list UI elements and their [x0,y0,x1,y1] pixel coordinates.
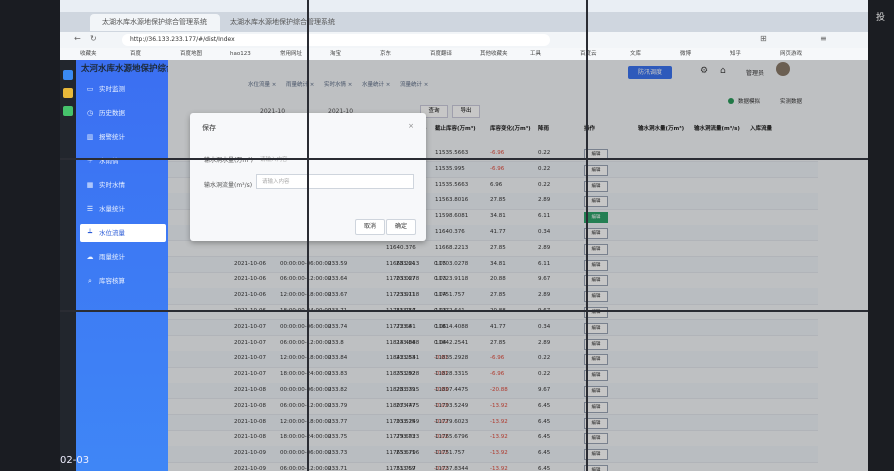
screen-seam [586,0,588,471]
confirm-button[interactable]: 确定 [386,219,417,235]
sidebar-item-label: 水量统计 [99,205,125,213]
screen-seam [307,0,309,471]
sidebar-item-label: 水位流量 [99,229,125,237]
extensions-icon[interactable]: ⊞ [760,34,767,43]
cancel-button[interactable]: 取消 [355,219,386,235]
adjacent-screen-text: 投 [876,13,886,23]
history-icon: ◷ [86,109,94,117]
field2-label: 输水洞流量(m³/s) [204,182,253,189]
sidebar-item-label: 雨量统计 [99,253,125,261]
refresh-icon[interactable]: ↻ [90,34,97,43]
sidebar-item[interactable]: ▭ 实时监测 [80,80,166,98]
bottom-label: 02-03 [60,455,90,466]
app-icon[interactable] [63,70,73,80]
sidebar-item[interactable]: ☁ 雨量统计 [80,248,166,266]
list-icon: ☰ [86,205,94,213]
sidebar-item-label: 实时水情 [99,181,125,189]
back-icon[interactable]: ← [74,34,81,43]
sidebar-item[interactable]: ▦ 实时水情 [80,176,166,194]
app-strip [60,60,76,471]
sidebar-item-label: 实时监测 [99,85,125,93]
sidebar-item-label: 库容核算 [99,277,125,285]
sidebar-item[interactable]: ◷ 历史数据 [80,104,166,122]
bookmark-item[interactable]: 知乎 [730,48,741,60]
grid-icon: ▦ [86,181,94,189]
bookmark-item[interactable]: 淘宝 [330,48,341,60]
bookmark-item[interactable]: 文库 [630,48,641,60]
browser-tab[interactable]: 太湖水库水源地保护综合管理系统 [90,14,220,31]
bookmark-item[interactable]: 百度云 [580,48,597,60]
adjacent-screen: 投 [868,0,894,471]
cloud-icon: ☁ [86,253,94,261]
bookmark-item[interactable]: 百度翻译 [430,48,452,60]
monitor-icon: ▭ [86,85,94,93]
app-icon[interactable] [63,106,73,116]
address-bar: ← ↻ http://36.133.233.177/#/dist/Index ⊞… [60,32,868,48]
bookmark-item[interactable]: 常用网址 [280,48,302,60]
sidebar-item[interactable]: ┷ 水位流量 [80,224,166,242]
sidebar-item-label: 报警统计 [99,133,125,141]
sidebar-item-label: 历史数据 [99,109,125,117]
screen: 太湖水库水源地保护综合管理系统 太湖水库水源地保护综合管理系统 ← ↻ http… [60,0,868,471]
chart-icon: ▥ [86,133,94,141]
sidebar: ▭ 实时监测 ◷ 历史数据 ▥ 报警统计 ☂ 水雨情 ▦ 实时水情 ☰ 水量统计 ┷ 水位流量 ☁ 雨量统计 ⌕… [76,60,168,471]
field2-input[interactable]: 请输入内容 [256,174,414,189]
bookmark-item[interactable]: 京东 [380,48,391,60]
menu-icon[interactable]: ≡ [820,34,827,43]
bookmark-item[interactable]: 其他收藏夹 [480,48,508,60]
dialog-title: 保存 [202,124,216,132]
browser-tabbar: 太湖水库水源地保护综合管理系统 太湖水库水源地保护综合管理系统 [60,12,868,32]
screen-seam [60,310,868,312]
app-icon[interactable] [63,88,73,98]
bookmark-item[interactable]: 微博 [680,48,691,60]
bookmark-item[interactable]: hao123 [230,48,251,60]
browser-tab[interactable]: 太湖水库水源地保护综合管理系统 [218,14,348,31]
bookmark-item[interactable]: 百度 [130,48,141,60]
sidebar-item[interactable]: ⌕ 库容核算 [80,272,166,290]
rain-icon: ☂ [86,157,94,165]
sidebar-item[interactable]: ☰ 水量统计 [80,200,166,218]
screen-seam [60,158,868,160]
url-field[interactable]: http://36.133.233.177/#/dist/Index [122,34,550,46]
sidebar-item[interactable]: ☂ 水雨情 [80,152,166,170]
bookmark-item[interactable]: 百度地图 [180,48,202,60]
bookmark-item[interactable]: 网页游戏 [780,48,802,60]
level-icon: ┷ [87,229,93,237]
sidebar-item[interactable]: ▥ 报警统计 [80,128,166,146]
close-icon[interactable]: × [408,122,414,130]
bookmark-item[interactable]: 工具 [530,48,541,60]
bookmark-item[interactable]: 收藏夹 [80,48,97,60]
search-icon: ⌕ [88,277,92,285]
